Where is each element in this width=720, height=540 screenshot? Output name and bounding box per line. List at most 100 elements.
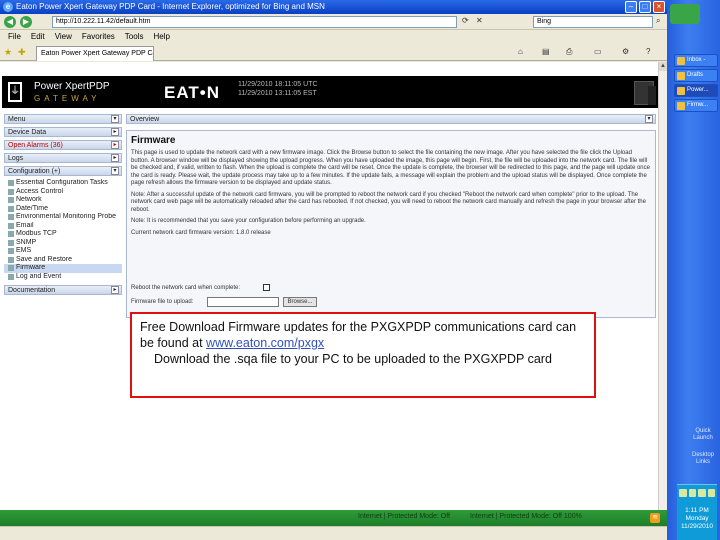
- tree-item-ems[interactable]: EMS: [4, 247, 122, 256]
- overview-header[interactable]: Overview ▾: [126, 114, 656, 124]
- title-bar: e Eaton Power Xpert Gateway PDP Card - I…: [0, 0, 667, 14]
- search-input[interactable]: Bing: [533, 16, 653, 28]
- tree-item-email[interactable]: Email: [4, 222, 122, 231]
- back-icon[interactable]: ◀: [4, 16, 16, 28]
- tree-item-label: Environmental Monitoring Probe: [16, 213, 116, 220]
- file-path-input[interactable]: [207, 297, 279, 307]
- tree-node-icon: [8, 197, 14, 203]
- maximize-button[interactable]: □: [639, 1, 651, 13]
- rss-icon[interactable]: ≋: [650, 513, 660, 523]
- expand-icon[interactable]: ▸: [111, 128, 119, 136]
- add-favorite-icon[interactable]: ✚: [18, 47, 26, 58]
- web-page: ⏚ Power XpertPDP GATEWAY EAT•N 11/29/201…: [0, 62, 658, 526]
- taskbar-item-power[interactable]: Power...: [674, 84, 718, 97]
- callout-text-2: Download the .sqa file to your PC to be …: [154, 352, 552, 366]
- tree-item-env-probe[interactable]: Environmental Monitoring Probe: [4, 213, 122, 222]
- nav-documentation[interactable]: Documentation ▸: [4, 285, 122, 295]
- tree-item-save-restore[interactable]: Save and Restore: [4, 256, 122, 265]
- print-icon[interactable]: ⎙: [566, 47, 572, 57]
- nav-open-alarms[interactable]: Open Alarms (36) ▸: [4, 140, 122, 150]
- forward-icon[interactable]: ▶: [20, 16, 32, 28]
- eaton-download-link[interactable]: www.eaton.com/pxgx: [206, 336, 324, 350]
- nav-menu-header[interactable]: Menu ▾: [4, 114, 122, 124]
- refresh-icon[interactable]: ⟳: [462, 16, 469, 25]
- address-input[interactable]: http://10.222.11.42/default.htm: [52, 16, 457, 28]
- nav-configuration[interactable]: Configuration (+) ▾: [4, 166, 122, 176]
- firmware-panel: Firmware This page is used to update the…: [126, 130, 656, 318]
- expand-icon[interactable]: ▸: [111, 154, 119, 162]
- datetime-local: 11/29/2010 13:11:05 EST: [238, 90, 317, 97]
- firmware-instructions: This page is used to update the network …: [131, 150, 650, 186]
- close-button[interactable]: ×: [653, 1, 665, 13]
- tree-item-modbus[interactable]: Modbus TCP: [4, 230, 122, 239]
- gateway-logo-icon: ⏚: [8, 82, 22, 102]
- tree-item-label: Log and Event: [16, 272, 62, 280]
- menu-favorites[interactable]: Favorites: [82, 30, 115, 44]
- menu-edit[interactable]: Edit: [31, 30, 45, 44]
- firmware-save-note: Note: It is recommended that you save yo…: [131, 218, 366, 224]
- collapse-icon[interactable]: ▾: [111, 115, 119, 123]
- tray-icon[interactable]: [698, 489, 706, 497]
- nav-logs[interactable]: Logs ▸: [4, 153, 122, 163]
- tray-icons: [679, 489, 715, 499]
- taskbar-item-firmware[interactable]: Firmw...: [674, 99, 718, 112]
- reboot-checkbox[interactable]: [263, 284, 270, 291]
- page-menu-icon[interactable]: ▭: [594, 47, 602, 56]
- product-subtitle: GATEWAY: [34, 94, 101, 103]
- tree-item-log-event[interactable]: Log and Event: [4, 273, 122, 282]
- tree-item-label: Save and Restore: [16, 255, 73, 263]
- status-zone: Internet | Protected Mode: Off: [358, 513, 450, 520]
- collapse-icon[interactable]: ▾: [111, 167, 119, 175]
- tree-node-icon: [8, 248, 14, 254]
- menu-help[interactable]: Help: [153, 30, 169, 44]
- tray-icon[interactable]: [688, 489, 696, 497]
- taskbar-item-drafts[interactable]: Drafts: [674, 69, 718, 82]
- collapse-icon[interactable]: ▾: [645, 115, 653, 123]
- taskbar-item-inbox[interactable]: Inbox -: [674, 54, 718, 67]
- browser-window: e Eaton Power Xpert Gateway PDP Card - I…: [0, 0, 667, 540]
- expand-icon[interactable]: ▸: [111, 286, 119, 294]
- start-button[interactable]: [670, 4, 700, 24]
- tree-item-date-time[interactable]: Date/Time: [4, 205, 122, 214]
- scroll-up-icon[interactable]: ▲: [659, 62, 667, 71]
- address-row: ◀ ▶ http://10.222.11.42/default.htm ⟳ ✕ …: [0, 14, 667, 30]
- reboot-label: Reboot the network card when complete:: [131, 285, 241, 291]
- search-icon[interactable]: ⌕: [656, 16, 660, 26]
- menu-file[interactable]: File: [8, 30, 21, 44]
- tree-item-label: Date/Time: [16, 204, 49, 212]
- upload-label: Firmware file to upload:: [131, 299, 194, 305]
- tree-node-icon: [8, 214, 14, 220]
- tray-icon[interactable]: [707, 489, 715, 497]
- expand-icon[interactable]: ▸: [111, 141, 119, 149]
- tree-node-icon: [8, 273, 14, 280]
- tree-item-snmp[interactable]: SNMP: [4, 239, 122, 248]
- tree-node-icon: [8, 222, 14, 229]
- tools-menu-icon[interactable]: ⚙: [622, 47, 629, 56]
- browser-tab[interactable]: Eaton Power Xpert Gateway PDP Card: [36, 46, 154, 61]
- app-icon: [677, 72, 685, 80]
- help-icon[interactable]: ?: [646, 47, 650, 56]
- nav-device-data[interactable]: Device Data ▸: [4, 127, 122, 137]
- tree-item-network[interactable]: Network: [4, 196, 122, 205]
- tree-item-label: Essential Configuration Tasks: [16, 179, 108, 186]
- desktop-screen: e Eaton Power Xpert Gateway PDP Card - I…: [0, 0, 720, 540]
- menu-tools[interactable]: Tools: [125, 30, 144, 44]
- home-icon[interactable]: ⌂: [518, 47, 523, 56]
- tree-item-label: Firmware: [16, 264, 46, 271]
- stop-icon[interactable]: ✕: [476, 16, 483, 25]
- nav-configuration-label: Configuration (+): [8, 168, 61, 175]
- tree-node-icon: [8, 205, 14, 212]
- browse-button[interactable]: Browse...: [283, 297, 317, 307]
- feeds-icon[interactable]: ▤: [542, 47, 550, 56]
- tree-item-essential-config[interactable]: Essential Configuration Tasks: [4, 179, 122, 188]
- tray-icon[interactable]: [679, 489, 687, 497]
- tree-item-firmware[interactable]: Firmware: [4, 264, 122, 273]
- vertical-scrollbar[interactable]: ▲ ▼: [658, 62, 667, 526]
- reboot-row: Reboot the network card when complete:: [131, 284, 270, 291]
- menu-view[interactable]: View: [55, 30, 72, 44]
- nav-logs-label: Logs: [8, 155, 24, 162]
- favorites-star-icon[interactable]: ★: [4, 47, 12, 58]
- clock[interactable]: 1:11 PM Monday 11/29/2010: [677, 507, 717, 531]
- tree-item-access-control[interactable]: Access Control: [4, 188, 122, 197]
- minimize-button[interactable]: –: [625, 1, 637, 13]
